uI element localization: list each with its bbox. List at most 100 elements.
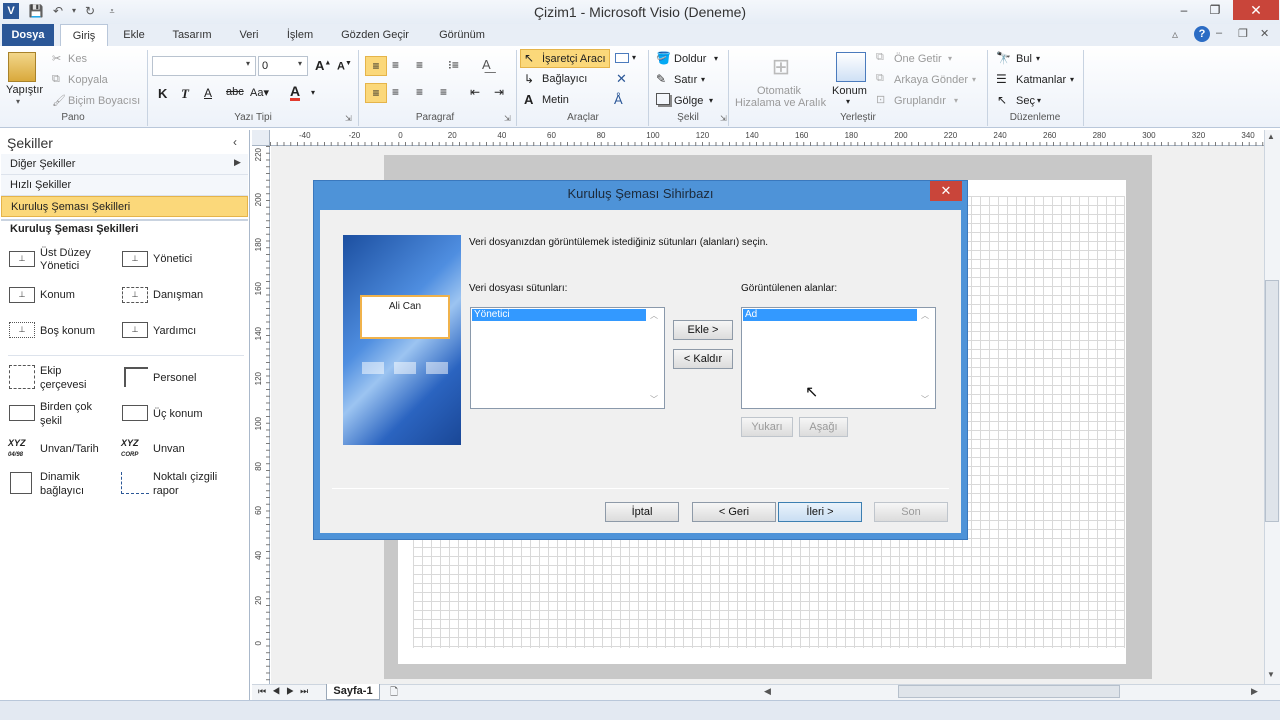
shape-label[interactable]: Personel xyxy=(153,371,196,385)
collapse-panel-icon[interactable]: ‹ xyxy=(233,135,237,149)
tab-review[interactable]: Gözden Geçir xyxy=(334,24,416,46)
underline-icon[interactable]: A xyxy=(204,86,212,100)
scroll-right-icon[interactable]: ▶ xyxy=(1251,686,1258,697)
vertical-scroll-thumb[interactable] xyxy=(1265,280,1279,522)
finish-button[interactable]: Son xyxy=(874,502,948,522)
send-back-button[interactable]: Arkaya Gönder xyxy=(894,74,968,86)
format-painter-button[interactable]: Biçim Boyacısı xyxy=(68,95,140,107)
font-color-dropdown-icon[interactable]: ▾ xyxy=(311,88,315,97)
align-top-icon[interactable]: ≡ xyxy=(365,56,387,76)
text-block-icon[interactable]: Å xyxy=(614,92,623,107)
doc-close-icon[interactable]: ✕ xyxy=(1260,27,1269,40)
fill-button[interactable]: Doldur xyxy=(674,53,706,65)
connector-button[interactable]: Bağlayıcı xyxy=(542,73,587,85)
bullets-icon[interactable]: ⁝≡ xyxy=(448,58,459,72)
tab-data[interactable]: Veri xyxy=(232,24,266,46)
cancel-button[interactable]: İptal xyxy=(605,502,679,522)
bring-front-dropdown-icon[interactable]: ▾ xyxy=(948,54,952,63)
next-button[interactable]: İleri > xyxy=(778,502,862,522)
page-tab-sayfa-1[interactable]: Sayfa-1 xyxy=(326,684,380,700)
displayed-fields-listbox[interactable] xyxy=(741,307,936,409)
increase-indent-icon[interactable]: ⇥ xyxy=(494,85,504,99)
align-right-icon[interactable]: ≡ xyxy=(416,85,423,99)
connection-point-icon[interactable]: ✕ xyxy=(616,71,627,87)
list-item[interactable]: Ad xyxy=(743,309,917,321)
rectangle-tool-icon[interactable] xyxy=(615,53,629,63)
move-up-button[interactable]: Yukarı xyxy=(741,417,793,437)
tab-process[interactable]: İşlem xyxy=(278,24,322,46)
scroll-left-icon[interactable]: ◀ xyxy=(764,686,771,697)
data-columns-listbox[interactable] xyxy=(470,307,665,409)
stencil-more-shapes[interactable]: Diğer Şekiller xyxy=(1,154,248,175)
layers-button[interactable]: Katmanlar xyxy=(1016,74,1066,86)
tab-insert[interactable]: Ekle xyxy=(116,24,152,46)
shape-label[interactable]: Yönetici xyxy=(40,259,79,273)
list-scroll-down-icon[interactable]: ﹀ xyxy=(650,394,658,405)
align-center-icon[interactable]: ≡ xyxy=(392,85,399,99)
auto-align-label-2[interactable]: Hizalama ve Aralık xyxy=(735,97,826,109)
shape-label[interactable]: Birden çok xyxy=(40,400,92,414)
shape-label[interactable]: çerçevesi xyxy=(40,378,86,392)
shape-label[interactable]: Yardımcı xyxy=(153,324,196,338)
page-nav-icons[interactable]: ⏮◀▶⏭ xyxy=(258,686,314,697)
change-case-icon[interactable]: Aa▾ xyxy=(250,86,269,99)
justify-icon[interactable]: ≡ xyxy=(440,85,447,99)
list-scroll-up-icon[interactable]: ︿ xyxy=(650,310,658,321)
dialog-close-button[interactable]: ✕ xyxy=(930,181,962,201)
position-button[interactable]: Konum xyxy=(832,85,867,97)
add-button[interactable]: Ekle > xyxy=(673,320,733,340)
paste-dropdown-icon[interactable]: ▾ xyxy=(16,97,20,106)
cut-button[interactable]: Kes xyxy=(68,53,87,65)
select-button[interactable]: Seç xyxy=(1016,95,1035,107)
font-size-dropdown-icon[interactable]: ▾ xyxy=(298,59,302,68)
shape-label[interactable]: Yönetici xyxy=(153,252,192,266)
help-icon[interactable]: ? xyxy=(1194,26,1210,42)
doc-restore-icon[interactable]: ❐ xyxy=(1238,27,1248,40)
shape-label[interactable]: Danışman xyxy=(153,288,203,302)
shape-label[interactable]: Ekip xyxy=(40,364,61,378)
list-item[interactable]: Yönetici xyxy=(472,309,646,321)
align-middle-icon[interactable]: ≡ xyxy=(392,58,399,72)
doc-minimize-icon[interactable]: – xyxy=(1216,27,1222,39)
line-button[interactable]: Satır xyxy=(674,74,697,86)
scroll-up-icon[interactable]: ▲ xyxy=(1267,132,1275,141)
text-direction-icon[interactable]: A͟ xyxy=(482,57,491,72)
font-color-icon[interactable]: A xyxy=(290,84,301,101)
font-name-dropdown-icon[interactable]: ▾ xyxy=(246,59,250,68)
close-button[interactable]: ✕ xyxy=(1233,0,1279,20)
copy-button[interactable]: Kopyala xyxy=(68,74,108,86)
rectangle-dropdown-icon[interactable]: ▾ xyxy=(632,53,636,62)
line-dropdown-icon[interactable]: ▾ xyxy=(701,75,705,84)
tab-file[interactable]: Dosya xyxy=(2,24,54,46)
more-shapes-arrow-icon[interactable]: ▶ xyxy=(234,157,241,168)
italic-icon[interactable]: T xyxy=(181,86,189,102)
shape-dialog-launcher-icon[interactable]: ⇲ xyxy=(720,114,727,123)
paragraph-dialog-launcher-icon[interactable]: ⇲ xyxy=(504,114,511,123)
grow-font-icon[interactable]: A▲ xyxy=(315,58,331,73)
stencil-quick-shapes[interactable]: Hızlı Şekiller xyxy=(1,175,248,196)
collapse-ribbon-icon[interactable]: ▵ xyxy=(1172,27,1178,41)
list-scroll-down-icon[interactable]: ﹀ xyxy=(921,394,929,405)
shape-label[interactable]: rapor xyxy=(153,484,179,498)
bold-icon[interactable]: K xyxy=(158,86,167,101)
shadow-button[interactable]: Gölge xyxy=(674,95,703,107)
shape-label[interactable]: Boş konum xyxy=(40,324,95,338)
shape-label[interactable]: Üst Düzey xyxy=(40,246,91,260)
shape-label[interactable]: bağlayıcı xyxy=(40,484,84,498)
find-dropdown-icon[interactable]: ▾ xyxy=(1036,54,1040,63)
send-back-dropdown-icon[interactable]: ▾ xyxy=(972,75,976,84)
back-button[interactable]: < Geri xyxy=(692,502,776,522)
strikethrough-icon[interactable]: abc xyxy=(226,86,244,98)
shape-label[interactable]: Konum xyxy=(40,288,75,302)
move-down-button[interactable]: Aşağı xyxy=(799,417,848,437)
shadow-dropdown-icon[interactable]: ▾ xyxy=(709,96,713,105)
shape-label[interactable]: Unvan xyxy=(153,442,185,456)
horizontal-scroll-thumb[interactable] xyxy=(898,685,1120,698)
minimize-button[interactable]: – xyxy=(1170,0,1198,20)
align-left-icon[interactable]: ≡ xyxy=(365,83,387,103)
tab-home[interactable]: Giriş xyxy=(60,24,108,47)
position-dropdown-icon[interactable]: ▾ xyxy=(846,97,850,106)
align-bottom-icon[interactable]: ≡ xyxy=(416,58,423,72)
list-scroll-up-icon[interactable]: ︿ xyxy=(921,310,929,321)
shape-label[interactable]: Noktalı çizgili xyxy=(153,470,217,484)
